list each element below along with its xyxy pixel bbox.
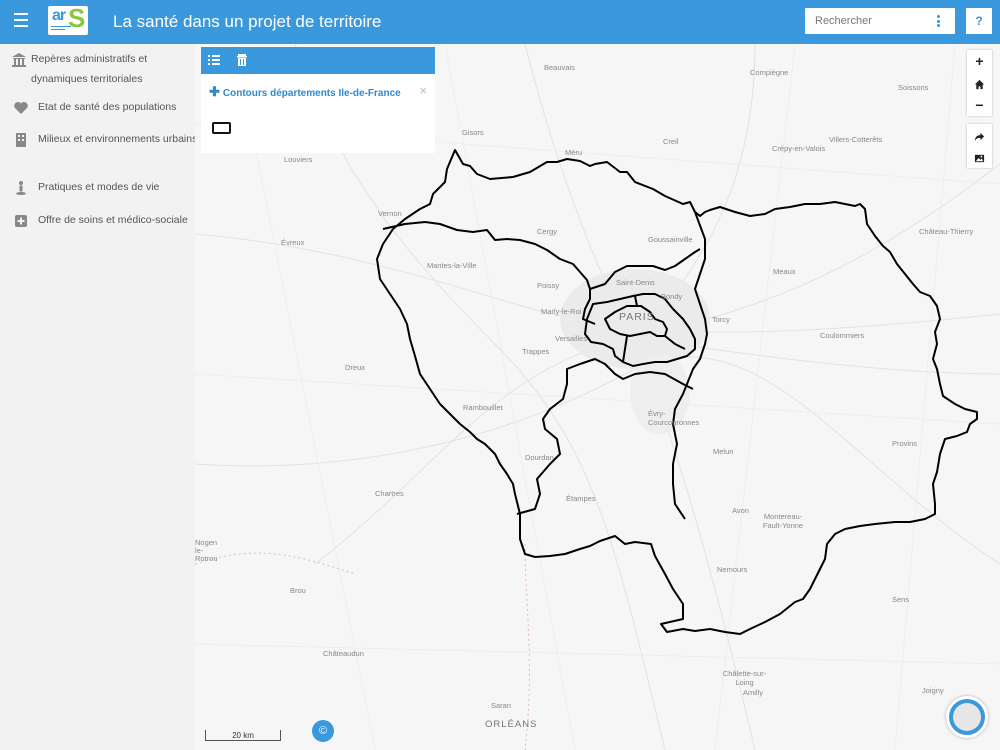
place-label: Torcy <box>712 315 730 324</box>
place-label: Nogent-le-Rotrou <box>195 539 217 563</box>
place-label: Provins <box>892 439 918 448</box>
sidebar: Repères administratifs et dynamiques ter… <box>0 44 198 750</box>
overview-map-thumbnail <box>953 703 981 731</box>
sidebar-item-pratiques[interactable]: Pratiques et modes de vie <box>0 177 195 197</box>
home-button[interactable] <box>967 72 992 94</box>
place-label: Soissons <box>898 83 929 92</box>
place-label: Nemours <box>717 565 748 574</box>
place-label: Avon <box>732 506 749 515</box>
place-label: ORLÉANS <box>485 719 538 730</box>
place-label: Compiègne <box>750 68 789 77</box>
place-label: Poissy <box>537 281 560 290</box>
legend-symbol <box>212 122 231 134</box>
sidebar-item-reperes[interactable]: Repères administratifs et dynamiques ter… <box>0 49 195 89</box>
place-label: Joigny <box>922 686 944 695</box>
place-label: Marly-le-Roi <box>541 307 582 316</box>
home-icon <box>974 79 985 89</box>
place-label: Dreux <box>345 363 366 372</box>
sidebar-item-etat-sante[interactable]: Etat de santé des populations <box>0 97 195 117</box>
sidebar-item-milieux[interactable]: Milieux et environnements urbains <box>0 129 198 169</box>
place-label: Creil <box>663 137 679 146</box>
search-options-icon[interactable] <box>937 15 941 27</box>
place-label: Vernon <box>378 209 402 218</box>
place-label: Châteaudun <box>323 649 364 658</box>
sidebar-item-offre-soins[interactable]: Offre de soins et médico-sociale <box>0 210 195 230</box>
place-label: Évreux <box>281 238 305 247</box>
sidebar-item-label: Milieux et environnements urbains <box>38 133 198 145</box>
zoom-in-button[interactable]: + <box>967 50 992 72</box>
ars-logo: ar S <box>48 6 88 35</box>
top-header: ar S La santé dans un projet de territoir… <box>0 0 1000 44</box>
sidebar-item-label: Repères administratifs et dynamiques ter… <box>31 53 148 85</box>
place-label: Beauvais <box>544 63 575 72</box>
help-button[interactable]: ? <box>966 8 992 34</box>
place-label: Méru <box>565 148 583 157</box>
institution-icon <box>12 53 26 67</box>
sidebar-item-label: Pratiques et modes de vie <box>38 181 160 193</box>
place-label: Chartres <box>375 489 404 498</box>
map-tools <box>967 124 992 168</box>
place-label: Dourdan <box>525 453 554 462</box>
zoom-controls: + − <box>967 50 992 116</box>
plus-square-icon <box>15 215 27 227</box>
place-label: Louviers <box>284 155 313 164</box>
layer-panel: ✚ Contours départements Ile-de-France × <box>201 47 435 153</box>
place-label: Trappes <box>522 347 550 356</box>
layer-name-label: Contours départements Ile-de-France <box>222 88 401 99</box>
heart-icon <box>14 102 28 114</box>
plus-icon: ✚ <box>209 84 220 99</box>
place-label: Crépy-en-Valois <box>772 144 826 153</box>
place-label: Gisors <box>462 128 484 137</box>
place-label-paris: PARIS <box>619 311 655 323</box>
place-label: Melun <box>713 447 734 456</box>
place-label: Cergy <box>537 227 558 236</box>
place-label: Meaux <box>773 267 796 276</box>
credits-button[interactable]: © <box>312 720 334 742</box>
place-label: Villers-Cotterêts <box>829 135 883 144</box>
place-label: Sens <box>892 595 910 604</box>
place-label: Bondy <box>661 292 683 301</box>
close-layer-button[interactable]: × <box>419 83 427 98</box>
place-label: Amilly <box>743 688 763 697</box>
place-label: Mantes-la-Ville <box>427 261 477 270</box>
trash-icon[interactable] <box>235 53 249 67</box>
scale-bar: 20 km <box>205 730 281 741</box>
place-label: Saint-Denis <box>616 278 655 287</box>
overview-map-button[interactable] <box>946 696 988 738</box>
search-input[interactable] <box>805 8 925 34</box>
place-label: Montereau-Fault-Yonne <box>762 512 804 530</box>
place-label: Étampes <box>566 494 596 503</box>
image-icon <box>974 154 985 162</box>
sidebar-item-label: Etat de santé des populations <box>38 101 177 113</box>
app-title: La santé dans un projet de territoire <box>113 12 382 31</box>
menu-icon[interactable] <box>14 13 28 27</box>
zoom-out-button[interactable]: − <box>967 94 992 116</box>
place-label: Évry-Courcouronnes <box>648 409 700 427</box>
place-label: Saran <box>491 701 512 710</box>
place-label: Rambouillet <box>463 403 503 412</box>
share-button[interactable] <box>967 124 992 146</box>
layer-toolbar <box>201 47 435 74</box>
building-icon <box>16 133 26 147</box>
place-label: Brou <box>290 586 306 595</box>
search-box <box>805 8 955 34</box>
place-label: Goussainville <box>648 235 693 244</box>
place-label: Châlette-sur-Loing <box>722 669 767 687</box>
sidebar-item-label: Offre de soins et médico-sociale <box>38 214 188 226</box>
list-icon[interactable] <box>207 53 221 67</box>
person-icon <box>16 181 26 195</box>
place-label: Coulommiers <box>820 331 865 340</box>
layer-item-contours[interactable]: ✚ Contours départements Ile-de-France <box>209 84 401 100</box>
export-image-button[interactable] <box>967 146 992 168</box>
place-label: Château-Thierry <box>919 227 974 236</box>
share-icon <box>974 132 985 141</box>
place-label: Versailles <box>555 334 588 343</box>
